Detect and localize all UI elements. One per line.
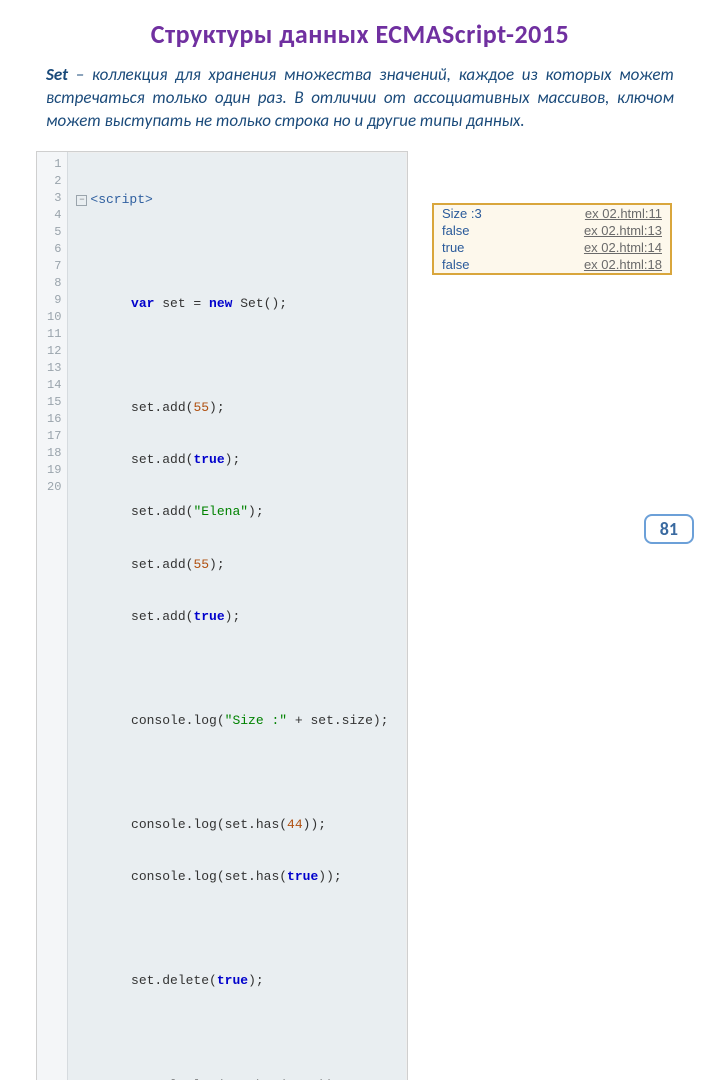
console-msg: true	[442, 240, 464, 255]
desc-lead: Set	[46, 64, 68, 85]
console-output: Size :3 ex 02.html:11 false ex 02.html:1…	[432, 203, 672, 275]
console-msg: Size :3	[442, 206, 482, 221]
line-num: 20	[47, 479, 61, 496]
line-num: 12	[47, 343, 61, 360]
slide-description: Set – коллекция для хранения множества з…	[46, 64, 674, 133]
line-num: 6	[47, 241, 61, 258]
console-msg: false	[442, 257, 469, 272]
line-num: 18	[47, 445, 61, 462]
line-num: 17	[47, 428, 61, 445]
code-gutter: 1 2 3 4 5 6 7 8 9 10 11 12 13 14 15 16 1…	[37, 152, 68, 1080]
line-num: 5	[47, 224, 61, 241]
console-row: false ex 02.html:18	[434, 256, 670, 273]
console-row: true ex 02.html:14	[434, 239, 670, 256]
line-num: 16	[47, 411, 61, 428]
code-block: 1 2 3 4 5 6 7 8 9 10 11 12 13 14 15 16 1…	[36, 151, 408, 1080]
console-loc: ex 02.html:11	[585, 206, 662, 221]
desc-body: – коллекция для хранения множества значе…	[46, 64, 674, 131]
console-msg: false	[442, 223, 469, 238]
content-row: 1 2 3 4 5 6 7 8 9 10 11 12 13 14 15 16 1…	[36, 151, 720, 1080]
line-num: 3	[47, 190, 61, 207]
line-num: 10	[47, 309, 61, 326]
line-num: 15	[47, 394, 61, 411]
line-num: 14	[47, 377, 61, 394]
line-num: 8	[47, 275, 61, 292]
line-num: 9	[47, 292, 61, 309]
console-loc: ex 02.html:14	[584, 240, 662, 255]
line-num: 13	[47, 360, 61, 377]
fold-icon: −	[76, 195, 87, 206]
line-num: 19	[47, 462, 61, 479]
console-loc: ex 02.html:13	[584, 223, 662, 238]
line-num: 2	[47, 173, 61, 190]
code-body: −<script> var set = new Set(); set.add(5…	[68, 152, 396, 1080]
line-num: 7	[47, 258, 61, 275]
line-num: 4	[47, 207, 61, 224]
slide-title: Структуры данных ECMAScript-2015	[0, 18, 720, 50]
console-loc: ex 02.html:18	[584, 257, 662, 272]
line-num: 1	[47, 156, 61, 173]
console-row: Size :3 ex 02.html:11	[434, 205, 670, 222]
console-row: false ex 02.html:13	[434, 222, 670, 239]
line-num: 11	[47, 326, 61, 343]
